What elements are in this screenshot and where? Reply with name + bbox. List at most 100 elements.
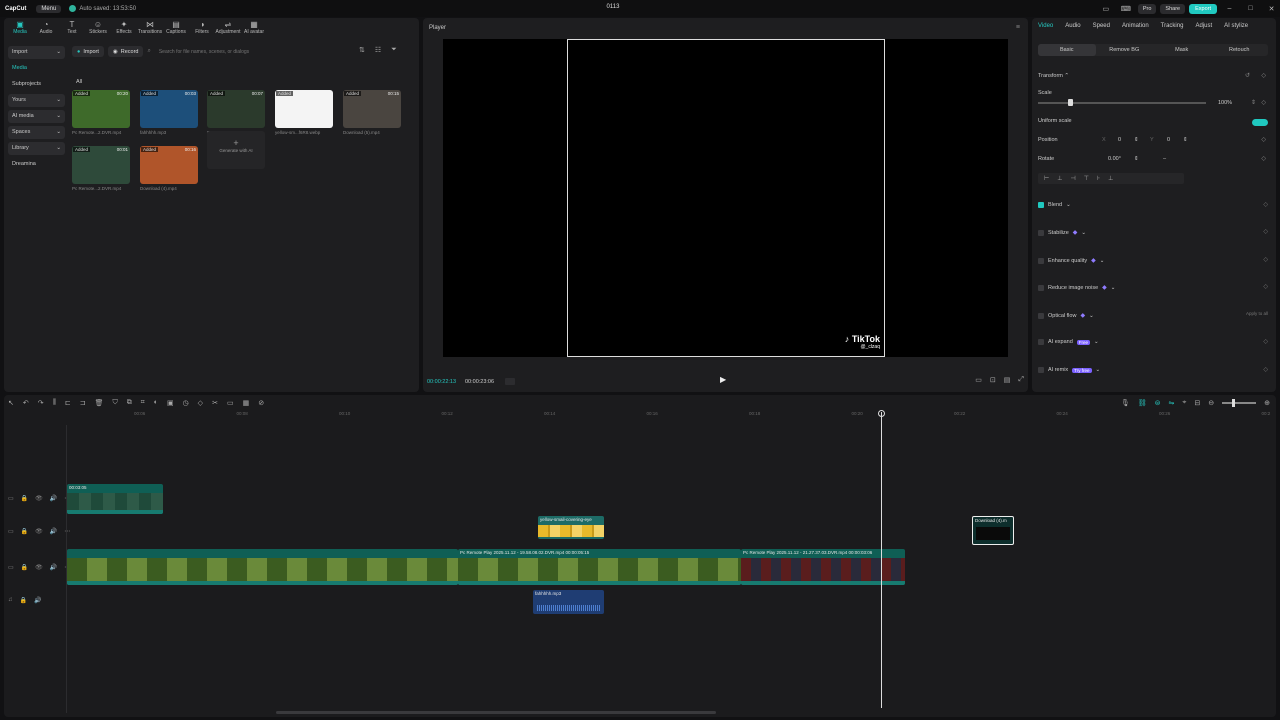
main-clip-2[interactable]: Pc Remote Play 2025.11.12 - 19.58.08.02.… [458,549,741,585]
position-y-stepper-icon[interactable]: ⇕ [1183,137,1188,146]
align-bottom-icon[interactable]: ⊥ [1108,175,1113,182]
tab-animation[interactable]: Animation [1122,23,1149,29]
rotate-input[interactable]: 0.00° [1108,156,1121,165]
sticker-clip[interactable]: yellow-smail-covering-eye [538,516,604,539]
media-thumbnail[interactable]: Added 00:20 [72,90,130,128]
uniform-scale-toggle[interactable] [1252,119,1268,126]
crop-icon[interactable]: ⌗ [141,399,145,407]
keyframe-icon[interactable]: ◇ [1263,228,1268,235]
tab-tracking[interactable]: Tracking [1161,23,1184,29]
rotate-stepper-icon[interactable]: ⇕ [1134,156,1139,165]
scale-value[interactable]: 100% [1218,100,1232,106]
scale-keyframe-icon[interactable]: ◇ [1261,99,1266,106]
split-left-icon[interactable]: ⊏ [65,399,71,407]
menu-button[interactable]: Menu [36,4,62,13]
align-center-h-icon[interactable]: ⊥ [1057,175,1062,182]
scale-slider-track[interactable] [1038,102,1206,104]
tab-ai-stylize[interactable]: AI stylize [1224,23,1248,29]
section-blend[interactable]: Blend ⌄ [1038,202,1071,208]
keyframe-icon[interactable]: ◇ [1263,338,1268,345]
mirror-icon[interactable]: ⧉ [127,399,132,407]
redo-icon[interactable]: ↷ [38,399,44,407]
preview-axis-icon[interactable]: ⇋ [1169,399,1175,407]
position-x-stepper-icon[interactable]: ⇕ [1134,137,1139,146]
checkbox[interactable] [1038,202,1044,208]
player-menu-icon[interactable]: ≡ [1016,24,1020,31]
speed-icon[interactable]: ◷ [183,399,189,407]
section-ai-expand[interactable]: AI expand Free ⌄ [1038,339,1099,345]
sidebar-item-media[interactable]: Media [8,62,65,75]
eye-icon[interactable]: 👁 [35,495,43,502]
freeze-icon[interactable]: ⛉ [113,399,118,407]
align-center-v-icon[interactable]: ⊦ [1097,175,1100,182]
volume-icon[interactable]: 🔊 [34,597,41,604]
reset-icon[interactable]: ↺ [1245,72,1250,79]
media-thumbnail[interactable]: Added 00:15 [343,90,401,128]
layout-icon[interactable]: ▭ [1098,3,1114,15]
fullscreen-icon[interactable]: ⤢ [1018,376,1024,384]
close-icon[interactable]: ✕ [1263,5,1280,13]
video-frame[interactable] [567,39,885,357]
position-keyframe-icon[interactable]: ◇ [1261,136,1266,143]
main-clip-1[interactable] [67,549,458,585]
project-title[interactable]: 0113 [600,4,626,10]
eye-icon[interactable]: 👁 [35,564,43,571]
sidebar-item-subprojects[interactable]: Subprojects [8,78,65,91]
sidebar-item-dreamina[interactable]: Dreamina [8,158,65,171]
record-button[interactable]: ◉ Record [107,46,144,57]
section-optical-flow[interactable]: Optical flow ◆ ⌄ [1038,312,1094,319]
maximize-icon[interactable]: □ [1242,5,1259,12]
volume-icon[interactable]: 🔊 [50,564,57,571]
quality-icon[interactable]: ▤ [1004,376,1011,384]
media-thumbnail[interactable]: Added 00:01 [72,146,130,184]
eye-icon[interactable]: 👁 [35,528,43,535]
snap-icon[interactable]: ⌖ [1182,399,1186,407]
media-tool-transitions[interactable]: ⋈ Transitions [138,20,162,37]
timecode-icon[interactable] [505,378,515,385]
position-x-input[interactable]: 0 [1118,137,1121,146]
generate-with-ai-card[interactable]: + Generate with AI [207,131,265,169]
media-thumbnail[interactable]: Added 00:03 [140,90,198,128]
rotate-flip-button[interactable]: – [1163,156,1166,165]
section-stabilize[interactable]: Stabilize ◆ ⌄ [1038,229,1086,236]
checkbox[interactable] [1038,367,1044,373]
subtab-basic[interactable]: Basic [1038,44,1096,56]
timeline-ruler[interactable]: 00:06 00:08 00:10 00:12 00:14 00:16 00:18 00:20… [68,411,1274,419]
media-tool-audio[interactable]: ◔ Audio [34,20,58,37]
player-canvas[interactable]: ♪ TikTok @_clzaq [443,39,1008,357]
search-input[interactable] [154,46,355,57]
section-reduce-image-noise[interactable]: Reduce image noise ◆ ⌄ [1038,284,1115,291]
overlay-clip[interactable]: 00:03:05 [67,484,163,514]
magnet-icon[interactable]: ⊜ [1155,399,1161,407]
audio-track-icon[interactable]: ♫ [8,597,13,604]
remove-bg-icon[interactable]: ⊘ [258,399,264,407]
subtab-retouch[interactable]: Retouch [1211,44,1269,56]
media-thumbnail[interactable]: Added 00:07 [207,90,265,128]
lock-icon[interactable]: 🔒 [21,528,28,535]
checkbox[interactable] [1038,257,1044,264]
delete-icon[interactable]: 🗑 [95,399,104,407]
fit-timeline-icon[interactable]: ⊟ [1194,399,1200,407]
mask-icon[interactable]: ◐ [154,399,158,407]
align-right-icon[interactable]: ⊣ [1070,175,1075,182]
subtab-mask[interactable]: Mask [1153,44,1211,56]
rotate-keyframe-icon[interactable]: ◇ [1261,155,1266,162]
microphone-icon[interactable]: 🎙 [1121,399,1130,407]
position-y-input[interactable]: 0 [1167,137,1170,146]
volume-icon[interactable]: 🔊 [50,495,57,502]
more-icon[interactable]: ⋯ [64,528,70,535]
split-right-icon[interactable]: ⊐ [80,399,86,407]
sort-icon[interactable]: ⇅ [359,46,365,54]
keyframe-icon[interactable]: ◇ [1263,201,1268,208]
scale-stepper-icon[interactable]: ⇕ [1251,99,1256,106]
ratio-tl-icon[interactable]: ▭ [227,399,234,407]
checkbox[interactable] [1038,312,1044,319]
tab-video[interactable]: Video [1038,23,1053,29]
shortcut-icon[interactable]: ⌨ [1118,3,1134,15]
filter-icon[interactable]: ⏷ [391,46,397,54]
sidebar-item-spaces[interactable]: Spaces ⌄ [8,126,65,139]
scale-slider-handle[interactable] [1068,99,1073,106]
keyframe-icon[interactable]: ◇ [1263,366,1268,373]
sidebar-item-import[interactable]: Import ⌄ [8,46,65,59]
media-thumbnail[interactable]: Added [275,90,333,128]
